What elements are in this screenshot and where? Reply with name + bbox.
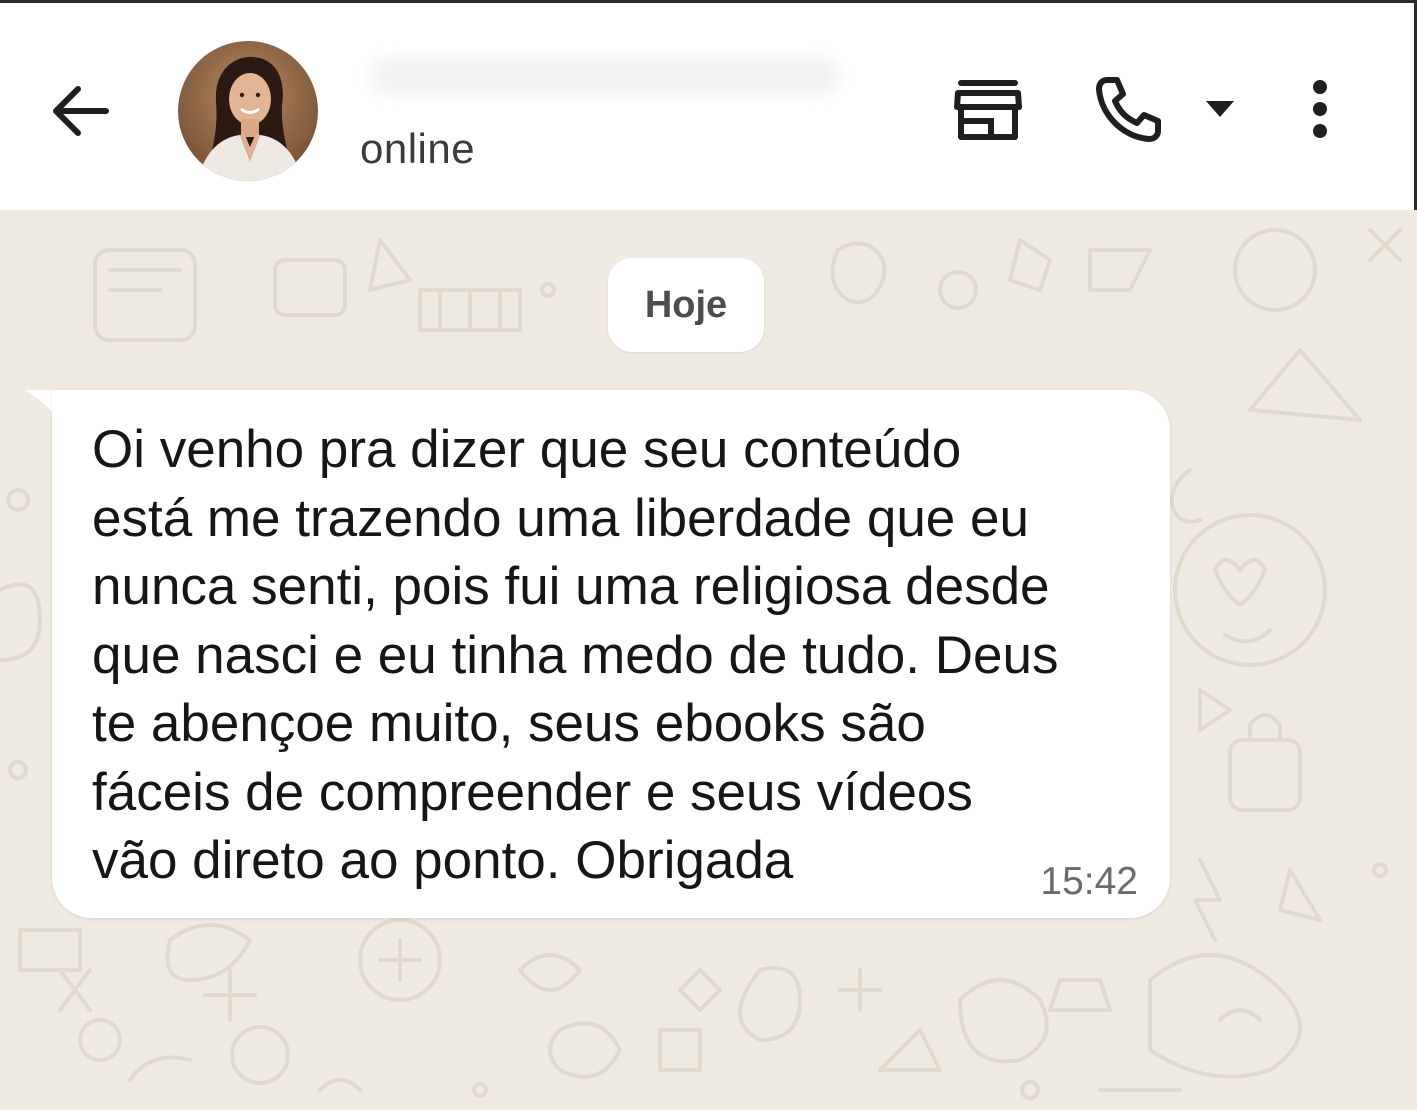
more-vertical-icon [1313, 80, 1327, 138]
phone-icon [1096, 77, 1161, 142]
whatsapp-chat-screen: online Hoje Oi venho pra dizer que seu c… [0, 0, 1417, 1110]
call-options-button[interactable] [1198, 89, 1242, 129]
incoming-message-bubble[interactable]: Oi venho pra dizer que seu conteúdo está… [52, 390, 1170, 918]
chat-area[interactable]: Hoje Oi venho pra dizer que seu conteúdo… [0, 210, 1417, 1110]
caret-down-icon [1206, 101, 1234, 117]
arrow-left-icon [53, 86, 109, 136]
catalog-button[interactable] [948, 69, 1028, 149]
contact-status: online [360, 125, 476, 172]
voice-call-button[interactable] [1088, 69, 1168, 149]
message-text: Oi venho pra dizer que seu conteúdo está… [92, 420, 1059, 890]
avatar-image [178, 41, 318, 181]
back-button[interactable] [40, 71, 120, 151]
chat-header: online [0, 0, 1417, 210]
contact-avatar[interactable] [178, 41, 318, 181]
contact-name-blurred[interactable] [370, 58, 840, 94]
message-timestamp: 15:42 [1040, 860, 1138, 903]
date-divider: Hoje [608, 258, 764, 352]
more-options-button[interactable] [1290, 69, 1350, 149]
storefront-icon [954, 80, 1022, 140]
